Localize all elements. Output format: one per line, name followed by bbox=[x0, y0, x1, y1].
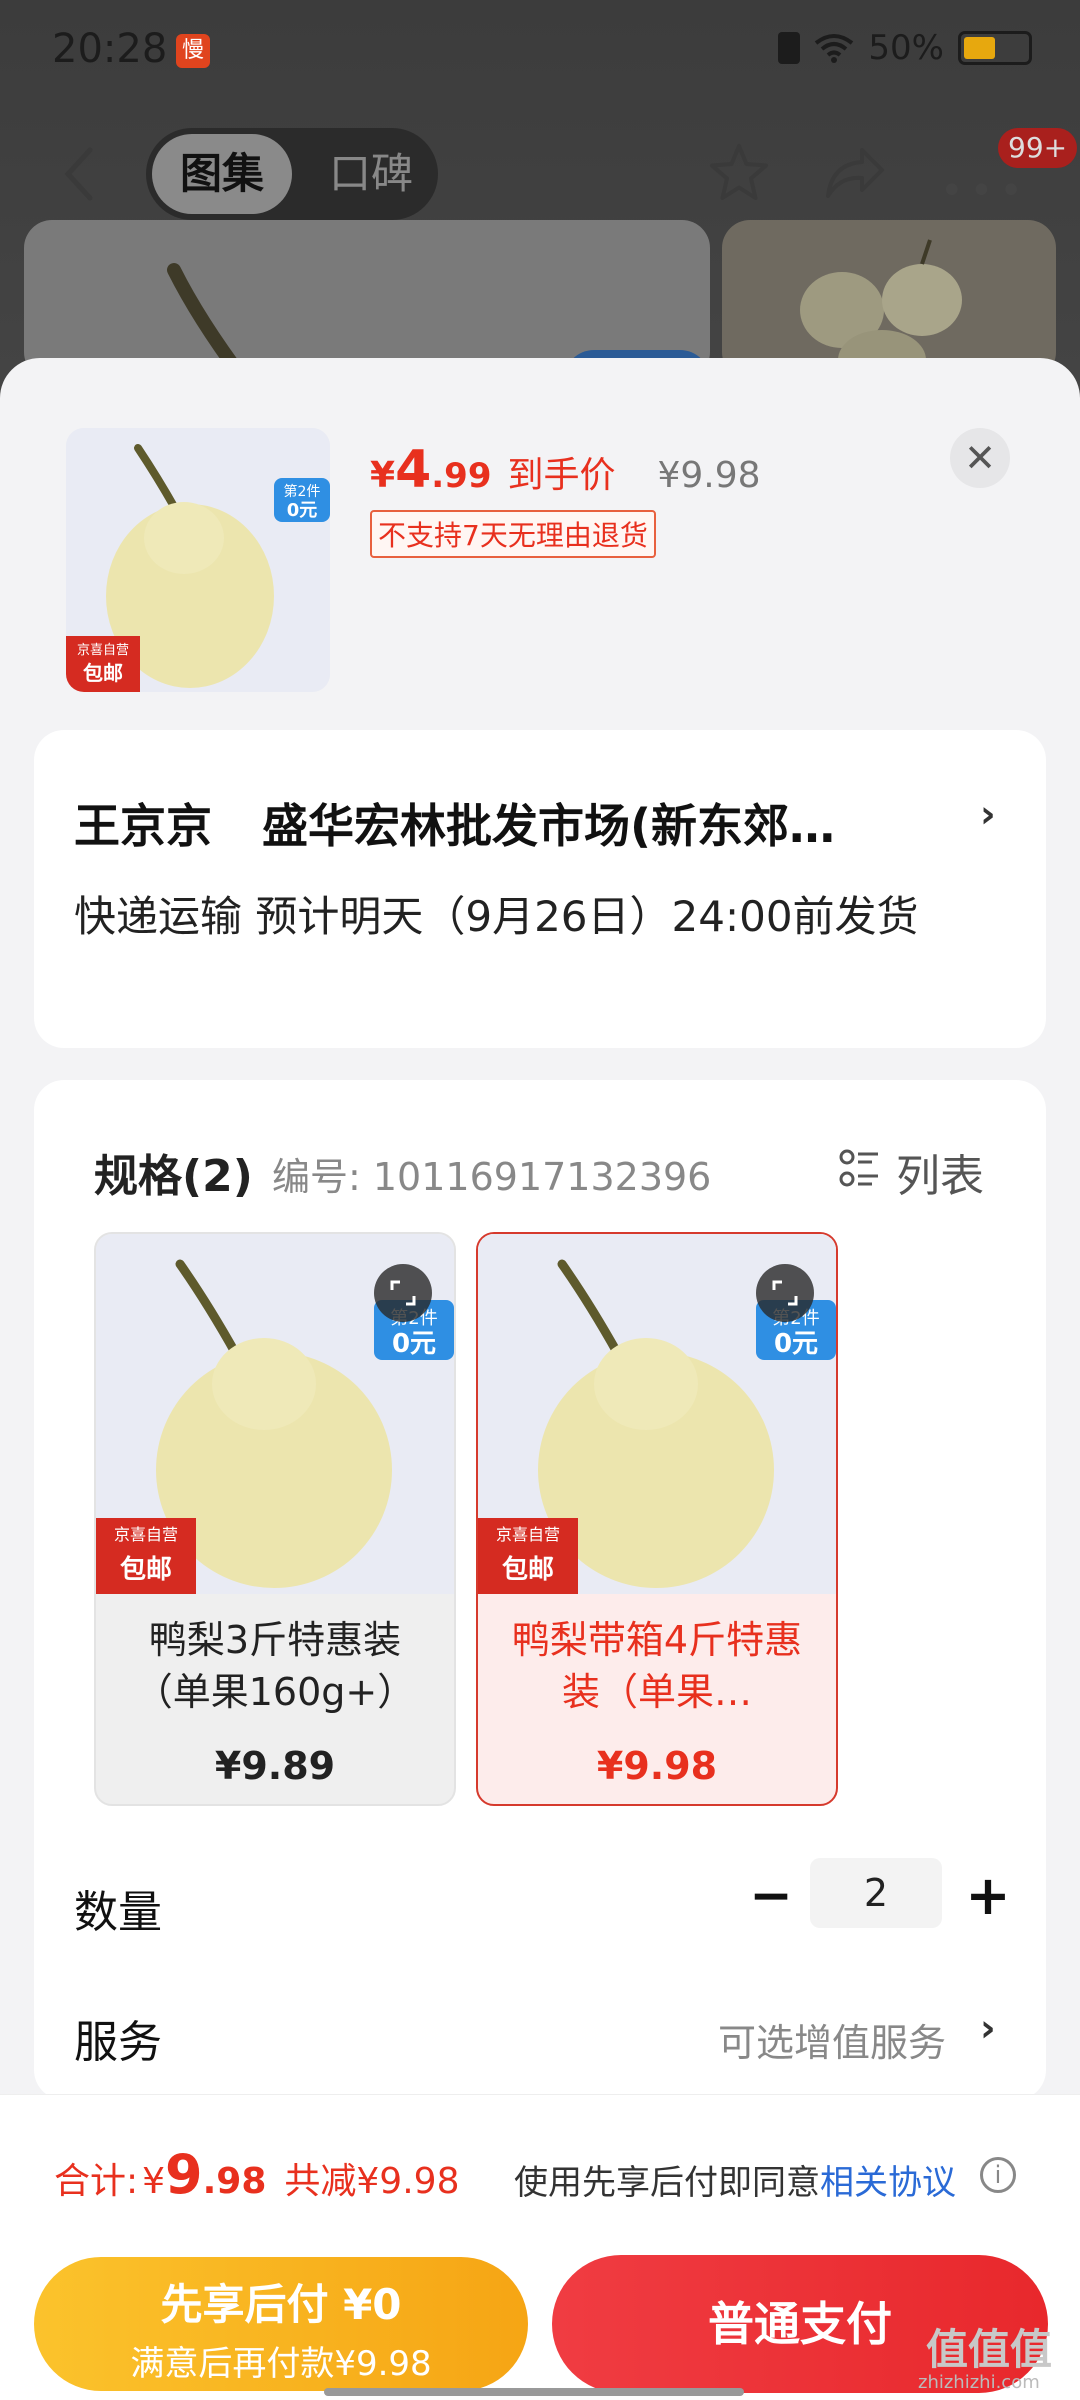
sku-name: 鸭梨带箱4斤特惠装（单果… bbox=[511, 1618, 803, 1714]
sku-badge-top: 京喜自营 bbox=[496, 1525, 560, 1544]
sku-price: ¥9.98 bbox=[596, 1744, 718, 1788]
thumb-badge-bottom: 包邮 bbox=[83, 661, 123, 685]
close-button[interactable]: ✕ bbox=[950, 428, 1010, 488]
expand-icon[interactable] bbox=[756, 1264, 814, 1322]
original-price: ¥9.98 bbox=[657, 455, 761, 496]
chevron-right-icon: › bbox=[980, 2006, 996, 2050]
spec-card: 规格(2) 编号: 10116917132396 列表 第2件 0元 京喜自营 … bbox=[34, 1080, 1046, 2100]
total-amount-dec: .98 bbox=[202, 2161, 267, 2202]
total-amount-int: 9 bbox=[165, 2143, 203, 2206]
watermark-url: zhizhizhi.com bbox=[918, 2372, 1040, 2393]
total-row: 合计: ¥9.98 共减¥9.98 bbox=[54, 2143, 459, 2206]
home-indicator[interactable] bbox=[324, 2388, 744, 2396]
chevron-right-icon: › bbox=[980, 792, 996, 836]
no-return-tag: 不支持7天无理由退货 bbox=[370, 510, 656, 558]
battery-icon bbox=[958, 31, 1032, 65]
gallery-image-secondary bbox=[722, 220, 1056, 380]
product-thumbnail[interactable]: 第2件 0元 京喜自营 包邮 bbox=[66, 428, 330, 692]
sku-name: 鸭梨3斤特惠装（单果160g+） bbox=[134, 1618, 416, 1714]
expand-icon[interactable] bbox=[374, 1264, 432, 1322]
total-label: 合计: bbox=[54, 2161, 139, 2202]
quantity-label: 数量 bbox=[74, 1887, 162, 1938]
gallery-image-main bbox=[24, 220, 710, 380]
agreement-link[interactable]: 相关协议 bbox=[820, 2163, 956, 2203]
sku-price: ¥9.89 bbox=[214, 1744, 336, 1788]
quantity-input[interactable]: 2 bbox=[810, 1858, 942, 1928]
tab-reviews[interactable]: 口碑 bbox=[316, 134, 426, 214]
quantity-increase-button[interactable]: + bbox=[960, 1866, 1016, 1926]
top-nav: 图集 口碑 ••• 99+ bbox=[0, 120, 1080, 230]
pay-later-subtitle: 满意后再付款¥9.98 bbox=[130, 2344, 432, 2384]
gallery-tab-switch: 图集 口碑 bbox=[146, 128, 438, 220]
thumb-badge-top: 京喜自营 bbox=[77, 643, 129, 658]
info-icon[interactable]: i bbox=[980, 2157, 1016, 2193]
agreement-text: 使用先享后付即同意相关协议 bbox=[514, 2163, 956, 2203]
sim-icon bbox=[778, 32, 801, 64]
share-icon[interactable] bbox=[822, 142, 888, 204]
service-label: 服务 bbox=[74, 2017, 162, 2068]
list-view-icon[interactable] bbox=[838, 1148, 880, 1190]
sku-option-selected[interactable]: 第2件 0元 京喜自营 包邮 鸭梨带箱4斤特惠装（单果… ¥9.98 bbox=[476, 1232, 838, 1806]
total-discount: 共减¥9.98 bbox=[284, 2161, 460, 2202]
product-code: 编号: 10116917132396 bbox=[272, 1155, 712, 1199]
value-added-service-link[interactable]: 可选增值服务 bbox=[718, 2012, 946, 2067]
address-card[interactable]: 王京京 盛华宏林批发市场(新东郊… › 快递运输 预计明天（9月26日）24:0… bbox=[34, 730, 1046, 1048]
favorite-star-icon[interactable] bbox=[706, 140, 772, 206]
sku-image: 第2件 0元 京喜自营 包邮 bbox=[96, 1234, 454, 1594]
spec-title: 规格(2) bbox=[94, 1151, 253, 1202]
status-time: 20:28 bbox=[52, 26, 168, 72]
status-bar: 20:28 慢 50% bbox=[0, 0, 1080, 100]
total-currency: ¥ bbox=[142, 2161, 166, 2202]
sku-promo-bottom: 0元 bbox=[774, 1329, 818, 1359]
quantity-decrease-button[interactable]: − bbox=[746, 1866, 796, 1926]
sku-badge-bottom: 包邮 bbox=[120, 1554, 172, 1585]
app-notification-icon: 慢 bbox=[176, 34, 210, 68]
more-menu-icon[interactable]: ••• bbox=[940, 168, 1029, 214]
message-count-badge: 99+ bbox=[998, 128, 1078, 168]
thumb-promo-bottom: 0元 bbox=[287, 500, 318, 521]
battery-percent: 50% bbox=[868, 28, 944, 68]
watermark-logo: 值值值 bbox=[926, 2325, 1053, 2374]
final-price-label: 到手价 bbox=[507, 455, 616, 496]
list-view-label[interactable]: 列表 bbox=[896, 1140, 984, 1204]
back-arrow-icon[interactable] bbox=[60, 144, 100, 204]
pay-later-title: 先享后付 ¥0 bbox=[160, 2280, 402, 2329]
delivery-address: 盛华宏林批发市场(新东郊… bbox=[262, 799, 836, 853]
sku-image: 第2件 0元 京喜自营 包邮 bbox=[478, 1234, 836, 1594]
wifi-icon bbox=[815, 34, 854, 63]
price-row: ¥4.99 到手价 ¥9.98 bbox=[370, 440, 761, 500]
sku-option[interactable]: 第2件 0元 京喜自营 包邮 鸭梨3斤特惠装（单果160g+） ¥9.89 bbox=[94, 1232, 456, 1806]
recipient-name: 王京京 bbox=[74, 799, 212, 853]
status-icons: 50% bbox=[778, 28, 1032, 68]
sku-badge-top: 京喜自营 bbox=[114, 1525, 178, 1544]
delivery-estimate: 快递运输 预计明天（9月26日）24:00前发货 bbox=[74, 892, 919, 941]
checkout-footer: 合计: ¥9.98 共减¥9.98 使用先享后付即同意相关协议 i 先享后付 ¥… bbox=[0, 2094, 1080, 2400]
thumb-promo-top: 第2件 bbox=[284, 483, 321, 500]
tab-gallery[interactable]: 图集 bbox=[152, 134, 292, 214]
sku-badge-bottom: 包邮 bbox=[502, 1554, 554, 1585]
pay-later-button[interactable]: 先享后付 ¥0 满意后再付款¥9.98 bbox=[34, 2257, 528, 2391]
final-price: ¥4.99 bbox=[370, 440, 492, 500]
sku-promo-bottom: 0元 bbox=[392, 1329, 436, 1359]
